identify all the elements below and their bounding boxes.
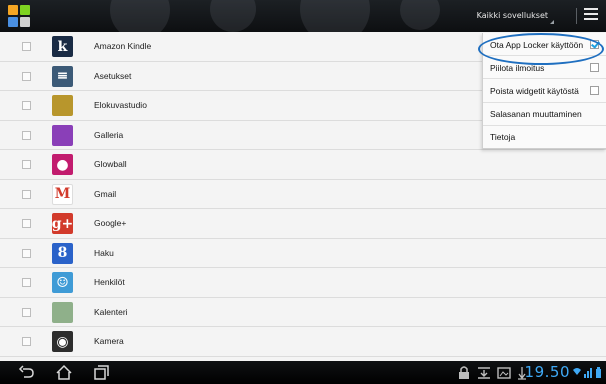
- battery-icon[interactable]: [594, 364, 603, 381]
- app-name-label: Glowball: [94, 159, 127, 169]
- gallery-icon: [52, 124, 73, 146]
- action-bar: Kaikki sovellukset: [0, 0, 606, 32]
- app-lock-checkbox[interactable]: [22, 219, 31, 228]
- app-name-label: Google+: [94, 218, 127, 228]
- app-lock-checkbox[interactable]: [22, 101, 31, 110]
- clock-readout[interactable]: 19.50: [525, 363, 570, 381]
- app-lock-checkbox[interactable]: [22, 337, 31, 346]
- background-bokeh: [210, 0, 256, 32]
- app-name-label: Kalenteri: [94, 306, 128, 317]
- clapperboard-icon: [52, 95, 73, 116]
- app-name-label: Henkilöt: [94, 277, 125, 287]
- menu-item-label: Salasanan muuttaminen: [490, 109, 582, 120]
- camera-icon: ◉: [52, 331, 73, 352]
- overflow-menu-icon[interactable]: [584, 8, 598, 24]
- home-icon[interactable]: [55, 364, 73, 381]
- app-locker-icon[interactable]: [8, 5, 30, 27]
- settings-icon: ≡: [52, 65, 73, 87]
- app-filter-dropdown[interactable]: Kaikki sovellukset: [477, 11, 555, 24]
- glowball-icon: ●: [52, 154, 73, 175]
- download-tray-icon[interactable]: [475, 364, 493, 381]
- wifi-icon[interactable]: [572, 364, 582, 381]
- app-name-label: Elokuvastudio: [94, 100, 147, 110]
- system-bar: 19.50: [0, 361, 606, 384]
- checkbox-unchecked[interactable]: [590, 86, 599, 96]
- app-name-label: Haku: [94, 247, 114, 258]
- menu-item[interactable]: Salasanan muuttaminen: [483, 103, 606, 126]
- screenshot-icon[interactable]: [495, 364, 513, 381]
- app-list-item[interactable]: ● Glowball: [0, 150, 606, 180]
- app-list-item[interactable]: ☺ Henkilöt: [0, 268, 606, 298]
- lock-icon[interactable]: [455, 364, 473, 381]
- app-lock-checkbox[interactable]: [22, 42, 31, 51]
- background-bokeh: [300, 0, 370, 32]
- app-lock-checkbox[interactable]: [22, 248, 31, 258]
- app-lock-checkbox[interactable]: [22, 278, 31, 287]
- app-list-item[interactable]: 8 Haku: [0, 239, 606, 268]
- app-name-label: Amazon Kindle: [94, 41, 152, 51]
- app-name-label: Asetukset: [94, 70, 132, 81]
- checkbox-unchecked[interactable]: [590, 63, 599, 73]
- app-lock-checkbox[interactable]: [22, 189, 31, 199]
- app-lock-checkbox[interactable]: [22, 160, 31, 169]
- calendar-icon: [52, 301, 73, 323]
- app-list-item[interactable]: ◉ Kamera: [0, 327, 606, 357]
- menu-item-label: Poista widgetit käytöstä: [490, 85, 579, 96]
- google-plus-icon: g+: [52, 213, 73, 234]
- app-list-item[interactable]: M Gmail: [0, 180, 606, 209]
- back-icon[interactable]: [18, 364, 36, 381]
- gmail-icon: M: [52, 183, 73, 205]
- signal-icon[interactable]: [583, 364, 593, 381]
- background-bokeh: [400, 0, 440, 30]
- search-icon: 8: [52, 242, 73, 264]
- app-name-label: Galleria: [94, 129, 124, 140]
- app-lock-checkbox[interactable]: [22, 307, 31, 317]
- menu-item[interactable]: Tietoja: [483, 126, 606, 149]
- app-lock-checkbox[interactable]: [22, 130, 31, 140]
- app-name-label: Kamera: [94, 336, 124, 346]
- background-bokeh: [110, 0, 170, 32]
- app-name-label: Gmail: [94, 188, 117, 199]
- highlight-annotation: [478, 33, 604, 65]
- app-list-item[interactable]: Kalenteri: [0, 298, 606, 327]
- menu-item[interactable]: Poista widgetit käytöstä: [483, 79, 606, 103]
- app-lock-checkbox[interactable]: [22, 71, 31, 81]
- recent-apps-icon[interactable]: [92, 364, 110, 381]
- contacts-icon: ☺: [52, 272, 73, 293]
- menu-item-label: Tietoja: [490, 132, 516, 143]
- kindle-icon: k: [52, 36, 73, 57]
- app-list-item[interactable]: g+ Google+: [0, 209, 606, 239]
- action-bar-divider: [576, 8, 577, 24]
